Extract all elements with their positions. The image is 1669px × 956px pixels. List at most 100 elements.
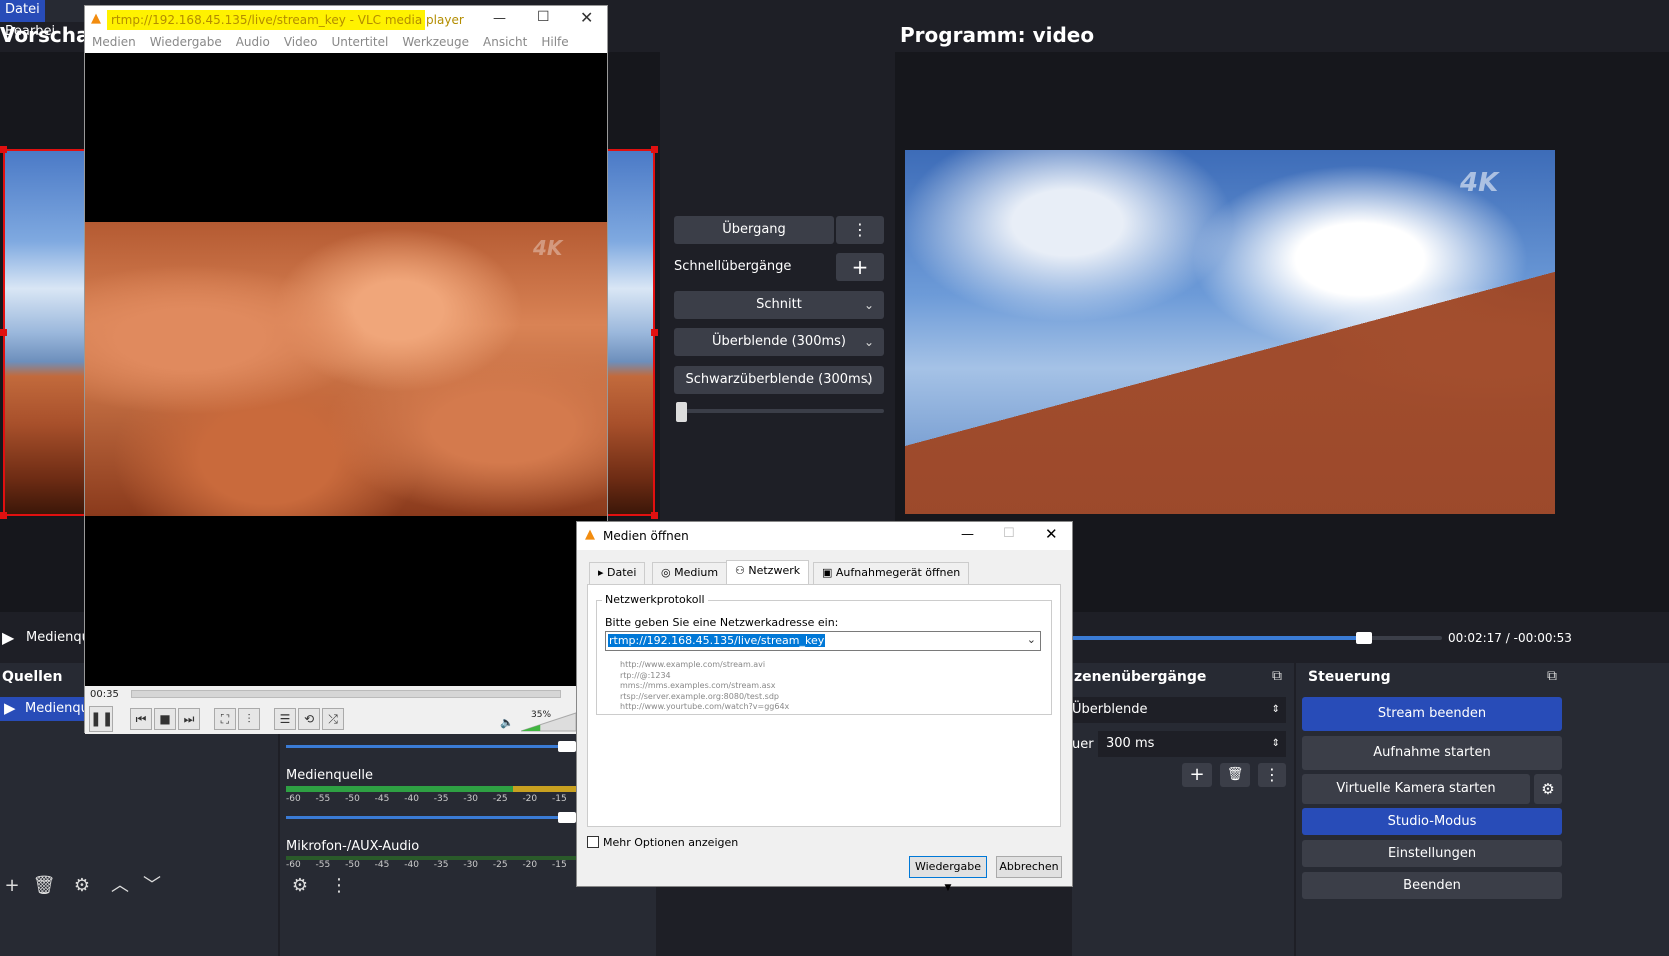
more-options-label: Mehr Optionen anzeigen [603, 836, 739, 849]
mixer-more-icon[interactable]: ⋮ [327, 874, 351, 898]
network-url-input[interactable]: rtmp://192.168.45.135/live/stream_key ⌄ [605, 631, 1041, 651]
file-icon: ▸ [598, 566, 608, 579]
t-bar-handle[interactable] [676, 402, 687, 422]
vlc-menu-ansicht[interactable]: Ansicht [476, 33, 534, 51]
vlc-seek-bar[interactable] [131, 690, 561, 698]
minimize-icon[interactable]: — [961, 527, 974, 542]
open-media-dialog[interactable]: ▲ Medien öffnen — ☐ ✕ ▸ Datei ◎ Medium ⚇… [576, 521, 1073, 893]
studio-mode-button[interactable]: Studio-Modus [1302, 808, 1562, 835]
vlc-4k-badge: 4K [533, 236, 563, 260]
pause-icon[interactable]: ❚❚ [89, 706, 113, 732]
add-source-icon[interactable]: + [0, 874, 24, 898]
volume-slider-handle[interactable] [558, 741, 576, 752]
speaker-icon[interactable]: 🔈 [500, 716, 514, 729]
previous-icon[interactable]: ⏮ [130, 708, 152, 730]
start-virtual-camera-button[interactable]: Virtuelle Kamera starten [1302, 774, 1530, 804]
url-example: mms://mms.examples.com/stream.asx [620, 681, 776, 690]
transition-more-button[interactable]: ⋮ [836, 216, 884, 244]
chevron-down-icon: ⌄ [863, 335, 874, 349]
tab-label: Netzwerk [748, 564, 801, 577]
program-4k-badge: 4K [1460, 168, 1499, 198]
next-icon[interactable]: ⏭ [178, 708, 200, 730]
vlc-menu-medien[interactable]: Medien [85, 33, 143, 51]
stop-stream-button[interactable]: Stream beenden [1302, 697, 1562, 731]
cancel-button[interactable]: Abbrechen [996, 856, 1062, 878]
vlc-menu-audio[interactable]: Audio [229, 33, 277, 51]
controls-dock-title: Steuerung [1308, 669, 1391, 685]
quick-transition-ueberblende[interactable]: Überblende (300ms) ⌄ [674, 328, 884, 356]
selection-handle[interactable] [651, 146, 658, 153]
stop-icon[interactable]: ■ [154, 708, 176, 730]
remove-source-icon[interactable]: 🗑 [32, 874, 56, 898]
transition-properties-icon[interactable]: ⋮ [1258, 763, 1286, 787]
vlc-volume-slider[interactable] [521, 712, 577, 732]
volume-slider-track[interactable] [286, 816, 576, 819]
media-seek-handle[interactable] [1356, 632, 1373, 644]
selection-handle[interactable] [651, 512, 658, 519]
tab-label: Datei [607, 566, 637, 579]
selection-handle[interactable] [651, 329, 658, 336]
minimize-icon[interactable]: — [493, 11, 506, 26]
chevron-up-icon[interactable]: ︿ [108, 874, 132, 898]
close-icon[interactable]: ✕ [580, 8, 593, 27]
remove-transition-icon[interactable]: 🗑 [1220, 763, 1250, 787]
db-tick-label: -60 [286, 860, 301, 870]
quick-transition-schnitt[interactable]: Schnitt ⌄ [674, 291, 884, 319]
tab-netzwerk[interactable]: ⚇ Netzwerk [726, 560, 810, 585]
play-icon[interactable]: ▶ [2, 628, 14, 647]
maximize-icon[interactable]: ☐ [537, 9, 550, 25]
duration-value: 300 ms [1106, 736, 1155, 751]
quick-transition-schwarz[interactable]: Schwarzüberblende (300ms) ⌄ [674, 366, 884, 394]
extended-settings-icon[interactable]: ⫶ [238, 708, 260, 730]
shuffle-icon[interactable]: ⤮ [322, 708, 344, 730]
vlc-menu-untertitel[interactable]: Untertitel [324, 33, 395, 51]
vlc-titlebar[interactable]: ▲ rtmp://192.168.45.135/live/stream_key … [85, 6, 607, 33]
exit-button[interactable]: Beenden [1302, 872, 1562, 899]
selection-handle[interactable] [0, 146, 7, 153]
media-time-readout: 00:02:17 / -00:00:53 [1448, 631, 1572, 645]
fullscreen-icon[interactable]: ⛶ [214, 708, 236, 730]
db-tick-label: -20 [522, 860, 538, 870]
play-button[interactable]: Wiedergabe ▼ [909, 856, 987, 893]
tab-aufnahmegeraet[interactable]: ▣ Aufnahmegerät öffnen [813, 562, 970, 584]
duration-spinbox[interactable]: 300 ms ⇕ [1098, 731, 1286, 757]
media-seek-track[interactable] [1072, 632, 1442, 644]
vlc-menu-hilfe[interactable]: Hilfe [534, 33, 575, 51]
playlist-icon[interactable]: ☰ [274, 708, 296, 730]
undock-icon[interactable]: ⧉ [1272, 668, 1282, 684]
volume-slider-handle[interactable] [558, 812, 576, 823]
gear-icon[interactable]: ⚙ [1534, 774, 1562, 804]
settings-button[interactable]: Einstellungen [1302, 840, 1562, 867]
url-example: rtp://@:1234 [620, 670, 671, 680]
vlc-window[interactable]: ▲ rtmp://192.168.45.135/live/stream_key … [84, 5, 608, 734]
mixer-advanced-gear-icon[interactable]: ⚙ [288, 874, 312, 898]
duration-label: uer [1072, 737, 1094, 752]
selection-handle[interactable] [0, 329, 7, 336]
program-title: Programm: video [900, 23, 1095, 47]
dialog-titlebar[interactable]: ▲ Medien öffnen — ☐ ✕ [577, 522, 1072, 550]
vlc-menu-werkzeuge[interactable]: Werkzeuge [395, 33, 476, 51]
start-recording-button[interactable]: Aufnahme starten [1302, 736, 1562, 770]
more-options-checkbox[interactable] [587, 836, 599, 848]
transition-button[interactable]: Übergang [674, 216, 834, 244]
db-tick-label: -50 [345, 794, 360, 804]
selection-handle[interactable] [0, 512, 7, 519]
db-tick-label: -25 [492, 794, 508, 804]
add-transition-button[interactable]: + [1182, 763, 1212, 787]
add-quick-transition-button[interactable]: + [836, 253, 884, 281]
gear-icon[interactable]: ⚙ [70, 874, 94, 898]
vlc-video-frame[interactable] [85, 222, 607, 516]
transition-select[interactable]: Überblende ⇕ [1072, 697, 1286, 723]
loop-icon[interactable]: ⟲ [298, 708, 320, 730]
chevron-down-icon[interactable]: ⌄ [1027, 633, 1036, 646]
chevron-down-icon[interactable]: ﹀ [140, 874, 164, 898]
volume-slider-track[interactable] [286, 745, 576, 748]
vlc-menu-wiedergabe[interactable]: Wiedergabe [143, 33, 229, 51]
undock-icon[interactable]: ⧉ [1547, 668, 1557, 684]
db-tick-label: -35 [433, 860, 449, 870]
vlc-menu-video[interactable]: Video [277, 33, 325, 51]
tab-datei[interactable]: ▸ Datei [589, 562, 646, 584]
close-icon[interactable]: ✕ [1045, 525, 1058, 543]
tab-medium[interactable]: ◎ Medium [652, 562, 728, 584]
menu-datei[interactable]: Datei [0, 0, 45, 22]
